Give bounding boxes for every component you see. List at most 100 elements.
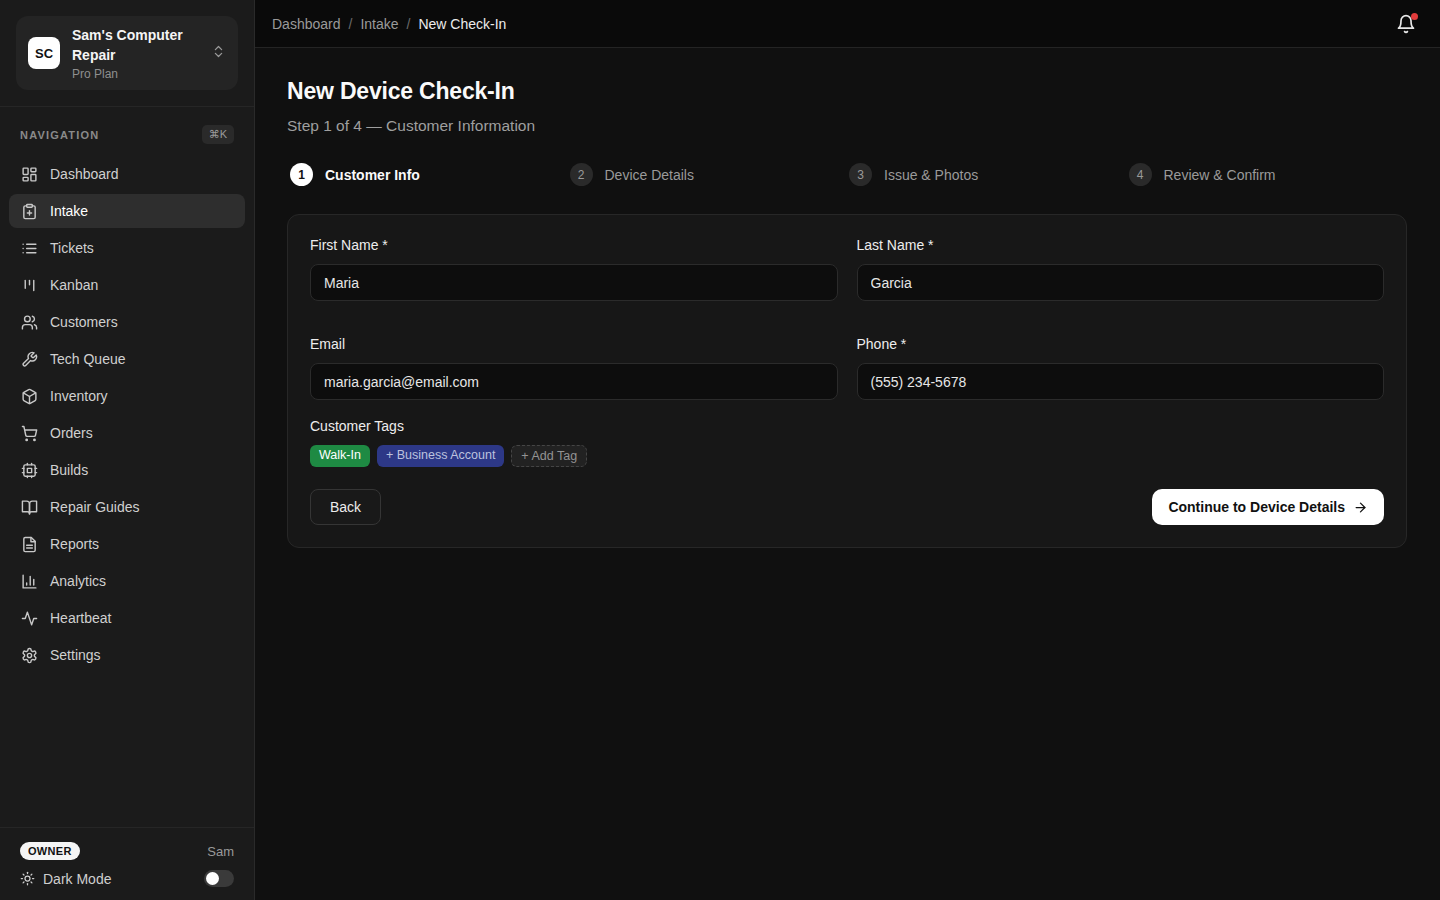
- layout-dashboard-icon: [20, 166, 38, 183]
- workspace-avatar: SC: [28, 37, 60, 69]
- last-name-label: Last Name *: [857, 237, 1385, 253]
- package-icon: [20, 388, 38, 405]
- dark-mode-toggle[interactable]: [204, 870, 234, 887]
- step-device-details: 2 Device Details: [570, 163, 850, 186]
- role-badge: OWNER: [20, 842, 80, 860]
- sidebar-footer: OWNER Sam Dark Mode: [0, 827, 254, 900]
- bar-chart-icon: [20, 573, 38, 590]
- command-k-shortcut[interactable]: ⌘K: [202, 125, 234, 144]
- sidebar-item-label: Customers: [50, 314, 118, 330]
- sidebar-nav: Dashboard Intake Tickets Kanban Customer…: [0, 157, 254, 672]
- file-text-icon: [20, 536, 38, 553]
- first-name-input[interactable]: [310, 264, 838, 301]
- sidebar-item-settings[interactable]: Settings: [9, 638, 245, 672]
- first-name-label: First Name *: [310, 237, 838, 253]
- step-number: 4: [1129, 163, 1152, 186]
- sun-icon: [20, 871, 35, 886]
- form-grid: First Name * Last Name * Email Phone *: [310, 237, 1384, 400]
- workspace-plan: Pro Plan: [72, 67, 199, 81]
- page-subtitle: Step 1 of 4 — Customer Information: [287, 117, 1408, 135]
- workspace-section: SC Sam's Computer Repair Pro Plan: [0, 0, 254, 107]
- sidebar-item-intake[interactable]: Intake: [9, 194, 245, 228]
- nav-section-label: NAVIGATION: [20, 129, 99, 141]
- notification-dot: [1411, 13, 1418, 20]
- sidebar-item-kanban[interactable]: Kanban: [9, 268, 245, 302]
- cpu-icon: [20, 462, 38, 479]
- sidebar-item-dashboard[interactable]: Dashboard: [9, 157, 245, 191]
- form-actions: Back Continue to Device Details: [310, 489, 1384, 525]
- wrench-icon: [20, 351, 38, 368]
- sidebar-item-label: Kanban: [50, 277, 98, 293]
- sidebar: SC Sam's Computer Repair Pro Plan NAVIGA…: [0, 0, 255, 900]
- shopping-cart-icon: [20, 425, 38, 442]
- breadcrumb-separator: /: [407, 16, 411, 32]
- phone-label: Phone *: [857, 336, 1385, 352]
- app: SC Sam's Computer Repair Pro Plan NAVIGA…: [0, 0, 1440, 900]
- customer-tags-section: Customer Tags Walk-In + Business Account…: [310, 418, 1384, 467]
- sidebar-item-label: Dashboard: [50, 166, 119, 182]
- step-number: 2: [570, 163, 593, 186]
- sidebar-item-label: Inventory: [50, 388, 108, 404]
- book-open-icon: [20, 499, 38, 516]
- add-tag-button[interactable]: + Add Tag: [511, 445, 587, 467]
- tag-walk-in[interactable]: Walk-In: [310, 445, 370, 467]
- page-title: New Device Check-In: [287, 78, 1408, 105]
- sidebar-item-label: Heartbeat: [50, 610, 111, 626]
- sidebar-item-heartbeat[interactable]: Heartbeat: [9, 601, 245, 635]
- topbar: Dashboard / Intake / New Check-In: [255, 0, 1440, 48]
- field-last-name: Last Name *: [857, 237, 1385, 301]
- email-input[interactable]: [310, 363, 838, 400]
- sidebar-item-analytics[interactable]: Analytics: [9, 564, 245, 598]
- workspace-name: Sam's Computer Repair: [72, 25, 199, 65]
- users-icon: [20, 314, 38, 331]
- step-number: 3: [849, 163, 872, 186]
- sidebar-item-orders[interactable]: Orders: [9, 416, 245, 450]
- main: Dashboard / Intake / New Check-In New De…: [255, 0, 1440, 900]
- dark-mode-row: Dark Mode: [20, 870, 234, 887]
- gear-icon: [20, 647, 38, 664]
- stepper: 1 Customer Info 2 Device Details 3 Issue…: [290, 163, 1408, 186]
- breadcrumb-dashboard[interactable]: Dashboard: [272, 16, 341, 32]
- notifications-bell-icon[interactable]: [1396, 14, 1416, 34]
- email-label: Email: [310, 336, 838, 352]
- sidebar-item-builds[interactable]: Builds: [9, 453, 245, 487]
- breadcrumb-current: New Check-In: [418, 16, 506, 32]
- sidebar-item-tech-queue[interactable]: Tech Queue: [9, 342, 245, 376]
- field-email: Email: [310, 336, 838, 400]
- continue-button-label: Continue to Device Details: [1168, 499, 1345, 515]
- step-label: Device Details: [605, 167, 694, 183]
- chevrons-up-down-icon: [211, 44, 226, 63]
- breadcrumb-intake[interactable]: Intake: [360, 16, 398, 32]
- sidebar-item-label: Orders: [50, 425, 93, 441]
- sidebar-item-label: Settings: [50, 647, 101, 663]
- step-label: Customer Info: [325, 167, 420, 183]
- list-icon: [20, 240, 38, 257]
- phone-input[interactable]: [857, 363, 1385, 400]
- clipboard-plus-icon: [20, 203, 38, 220]
- tags-row: Walk-In + Business Account + Add Tag: [310, 445, 1384, 467]
- customer-tags-label: Customer Tags: [310, 418, 1384, 434]
- back-button[interactable]: Back: [310, 489, 381, 525]
- step-number: 1: [290, 163, 313, 186]
- sidebar-item-inventory[interactable]: Inventory: [9, 379, 245, 413]
- field-first-name: First Name *: [310, 237, 838, 301]
- sidebar-item-reports[interactable]: Reports: [9, 527, 245, 561]
- kanban-icon: [20, 277, 38, 294]
- sidebar-item-customers[interactable]: Customers: [9, 305, 245, 339]
- last-name-input[interactable]: [857, 264, 1385, 301]
- tag-business-account[interactable]: + Business Account: [377, 445, 504, 467]
- sidebar-item-repair-guides[interactable]: Repair Guides: [9, 490, 245, 524]
- arrow-right-icon: [1353, 500, 1368, 515]
- sidebar-item-label: Intake: [50, 203, 88, 219]
- sidebar-item-tickets[interactable]: Tickets: [9, 231, 245, 265]
- breadcrumb-separator: /: [349, 16, 353, 32]
- toggle-knob: [206, 872, 219, 885]
- continue-button[interactable]: Continue to Device Details: [1152, 489, 1384, 525]
- field-phone: Phone *: [857, 336, 1385, 400]
- sidebar-item-label: Tech Queue: [50, 351, 126, 367]
- dark-mode-label: Dark Mode: [43, 871, 111, 887]
- content: New Device Check-In Step 1 of 4 — Custom…: [255, 48, 1440, 548]
- sidebar-item-label: Reports: [50, 536, 99, 552]
- sidebar-item-label: Analytics: [50, 573, 106, 589]
- workspace-switcher[interactable]: SC Sam's Computer Repair Pro Plan: [16, 16, 238, 90]
